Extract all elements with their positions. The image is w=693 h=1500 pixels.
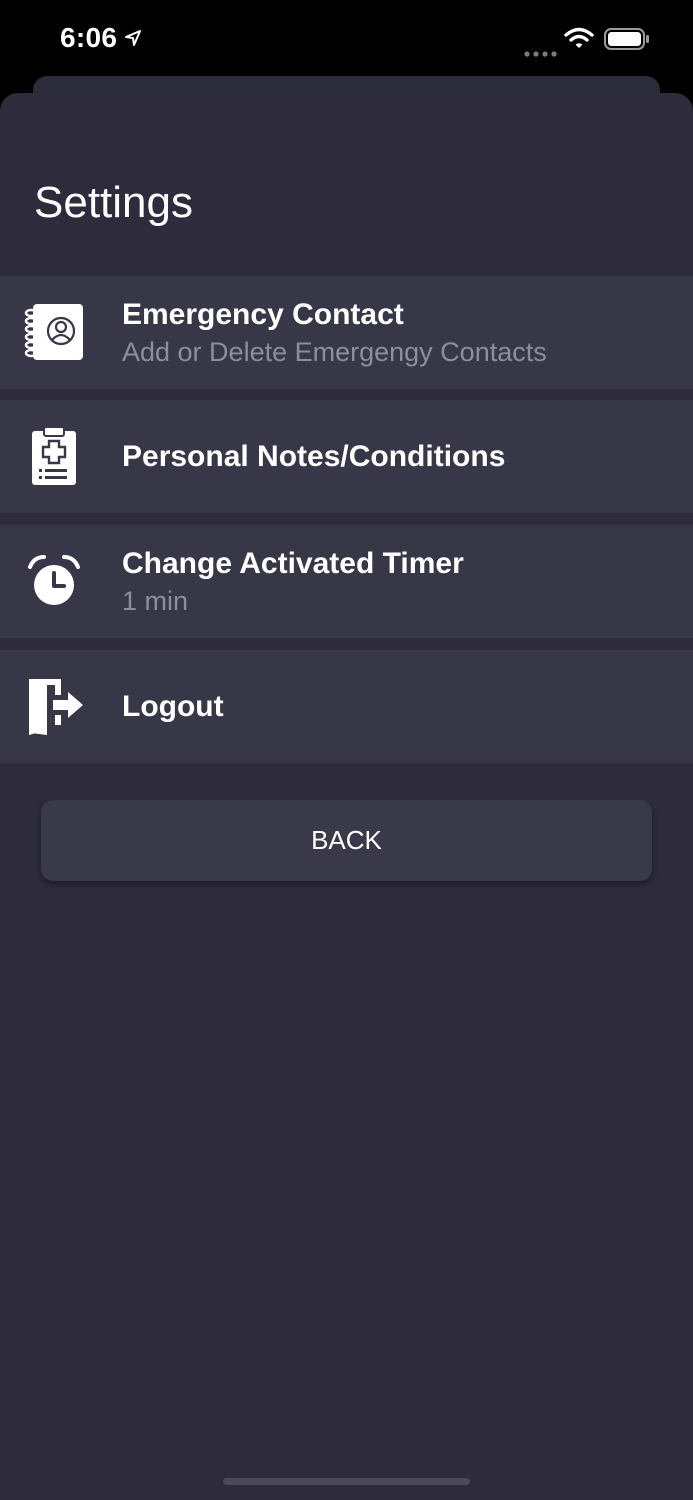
- settings-item-personal-notes[interactable]: Personal Notes/Conditions: [0, 400, 693, 513]
- settings-item-subtitle: Add or Delete Emergengy Contacts: [122, 337, 547, 367]
- alarm-clock-icon: [22, 549, 86, 613]
- settings-item-title: Change Activated Timer: [122, 547, 464, 580]
- settings-item-activated-timer[interactable]: Change Activated Timer 1 min: [0, 525, 693, 638]
- contact-book-icon: [22, 300, 86, 364]
- settings-item-emergency-contact[interactable]: Emergency Contact Add or Delete Emergeng…: [0, 276, 693, 389]
- page-title: Settings: [34, 178, 193, 227]
- medical-clipboard-icon: [22, 424, 86, 488]
- settings-item-title: Emergency Contact: [122, 298, 404, 331]
- back-button[interactable]: BACK: [41, 800, 652, 881]
- battery-icon: [604, 28, 650, 55]
- settings-item-subtitle: 1 min: [122, 586, 189, 616]
- signal-dots-icon: [524, 44, 558, 62]
- status-bar: 6:06: [0, 0, 693, 80]
- home-indicator[interactable]: [223, 1478, 470, 1485]
- status-time: 6:06: [60, 22, 118, 53]
- location-arrow-icon: [124, 29, 142, 52]
- settings-item-title: Logout: [122, 690, 224, 723]
- settings-item-logout[interactable]: Logout: [0, 650, 693, 763]
- settings-item-title: Personal Notes/Conditions: [122, 440, 506, 473]
- wifi-icon: [564, 27, 594, 54]
- logout-door-icon: [22, 674, 86, 738]
